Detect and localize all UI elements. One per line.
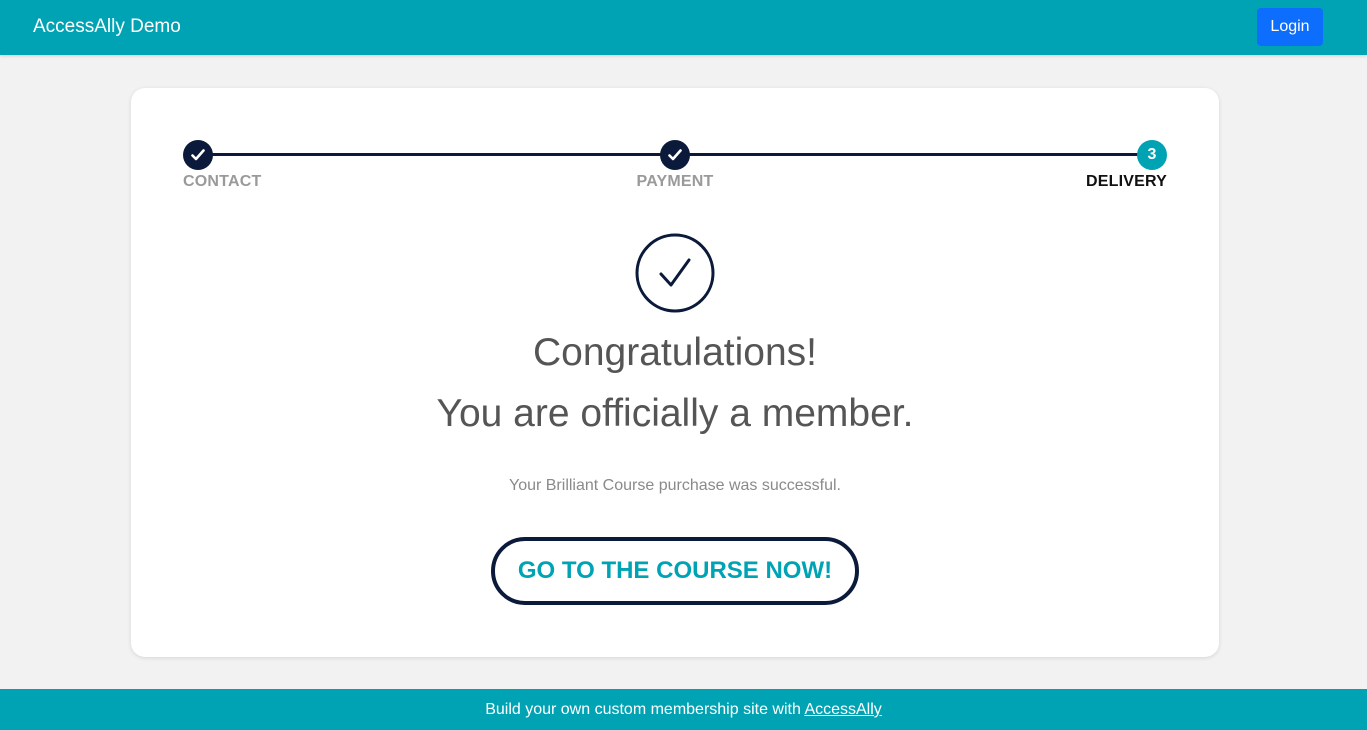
step-delivery-label: DELIVERY xyxy=(1085,173,1167,190)
confirmation-card: CONTACT PAYMENT 3 DELIVERY Congratulatio… xyxy=(131,88,1219,657)
step-contact-dot xyxy=(183,140,213,170)
success-check-icon xyxy=(635,233,715,313)
step-payment-label: PAYMENT xyxy=(636,173,714,190)
check-icon xyxy=(668,149,682,161)
step-delivery-dot: 3 xyxy=(1137,140,1167,170)
login-button[interactable]: Login xyxy=(1257,8,1323,46)
member-heading: You are officially a member. xyxy=(436,392,914,435)
site-brand[interactable]: AccessAlly Demo xyxy=(33,15,181,39)
go-to-course-button[interactable]: GO TO THE COURSE NOW! xyxy=(491,537,859,605)
check-icon xyxy=(191,149,205,161)
step-delivery-number: 3 xyxy=(1147,146,1157,163)
congrats-heading: Congratulations! xyxy=(532,331,817,374)
step-contact-label: CONTACT xyxy=(183,173,262,190)
purchase-message: Your Brilliant Course purchase was succe… xyxy=(508,477,841,494)
footer-text: Build your own custom membership site wi… xyxy=(485,701,805,718)
top-navbar: AccessAlly Demo Login xyxy=(0,0,1367,55)
step-payment-dot xyxy=(660,140,690,170)
footer-accessally-link[interactable]: AccessAlly xyxy=(804,701,881,718)
footer-bar: Build your own custom membership site wi… xyxy=(0,689,1367,730)
